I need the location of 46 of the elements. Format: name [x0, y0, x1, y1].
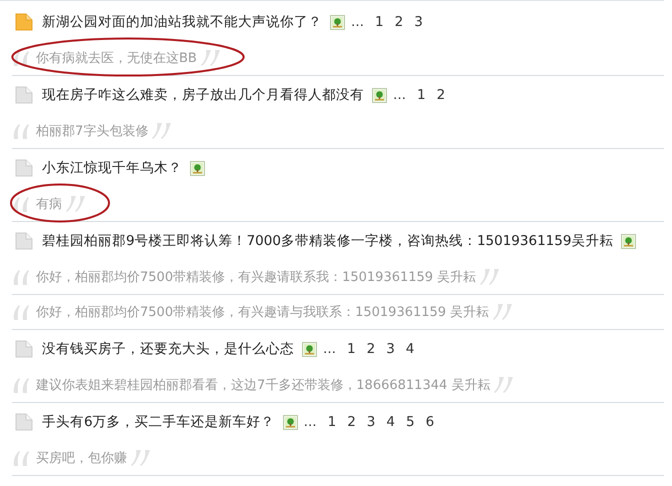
- quote-close-icon: [493, 304, 514, 320]
- page-link[interactable]: 2: [436, 87, 446, 103]
- thread-title-link[interactable]: 现在房子咋这么难卖，房子放出几个月看得人都没有: [42, 86, 364, 104]
- page-ellipsis: …: [304, 414, 317, 430]
- reply-excerpt: 建议你表姐来碧桂园柏丽郡看看，这边7千多还带装修，18666811344 吴升耘: [36, 377, 490, 394]
- quote-open-icon: [12, 450, 32, 466]
- quote-close-icon: [494, 377, 514, 393]
- reply-excerpt: 你好，柏丽郡均价7500带精装修，有兴趣请联系我：15019361159 吴升耘: [36, 269, 476, 286]
- thread-title-link[interactable]: 小东江惊现千年乌木？: [42, 159, 182, 177]
- page-ellipsis: …: [351, 14, 364, 30]
- quote-open-icon: [12, 304, 32, 320]
- quote-close-icon: [66, 196, 86, 212]
- quote-close-icon: [480, 269, 500, 285]
- thread-title-link[interactable]: 没有钱买房子，还要充大头，是什么心态: [42, 340, 294, 358]
- page-link[interactable]: 1: [347, 341, 356, 357]
- page-link[interactable]: 3: [386, 341, 395, 357]
- page-link[interactable]: 2: [394, 14, 404, 30]
- reply-excerpt: 柏丽郡7字头包装修: [36, 123, 148, 140]
- page-link[interactable]: 4: [386, 414, 395, 430]
- quote-close-icon: [152, 123, 172, 139]
- quote-open-icon: [12, 123, 32, 139]
- reply-excerpt: 你有病就去医，无使在这BB: [36, 50, 197, 67]
- quote-open-icon: [12, 50, 32, 66]
- page-link[interactable]: 3: [366, 414, 376, 430]
- quote-open-icon: [12, 196, 32, 212]
- reply-excerpt: 买房吧，包你赚: [36, 450, 127, 467]
- reply-excerpt: 有病: [36, 196, 62, 213]
- quote-open-icon: [12, 377, 32, 393]
- page-link[interactable]: 2: [347, 414, 356, 430]
- quote-close-icon: [131, 450, 151, 466]
- reply-excerpt: 你好，柏丽郡均价7500带精装修，有兴趣请与我联系：15019361159 吴升耘: [36, 304, 490, 321]
- thread-title-link[interactable]: 新湖公园对面的加油站我就不能大声说你了？: [42, 13, 322, 31]
- quote-open-icon: [12, 269, 32, 285]
- page-ellipsis: …: [323, 342, 336, 356]
- page-link[interactable]: 1: [417, 87, 426, 103]
- quote-close-icon: [200, 50, 221, 66]
- page-link[interactable]: 6: [426, 414, 434, 430]
- thread-title-link[interactable]: 碧桂园柏丽郡9号楼王即将认筹！7000多带精装修一字楼，咨询热线：15019361159吴升耘: [42, 232, 614, 250]
- thread-title-link[interactable]: 手头有6万多，买二手车还是新车好？: [42, 413, 275, 431]
- page-link[interactable]: 4: [406, 341, 414, 357]
- page-link[interactable]: 1: [328, 414, 336, 430]
- page-link[interactable]: 5: [406, 414, 415, 430]
- page-link[interactable]: 2: [366, 341, 376, 357]
- page-ellipsis: …: [393, 88, 406, 102]
- page-link[interactable]: 3: [414, 14, 423, 30]
- page-link[interactable]: 1: [375, 14, 384, 30]
